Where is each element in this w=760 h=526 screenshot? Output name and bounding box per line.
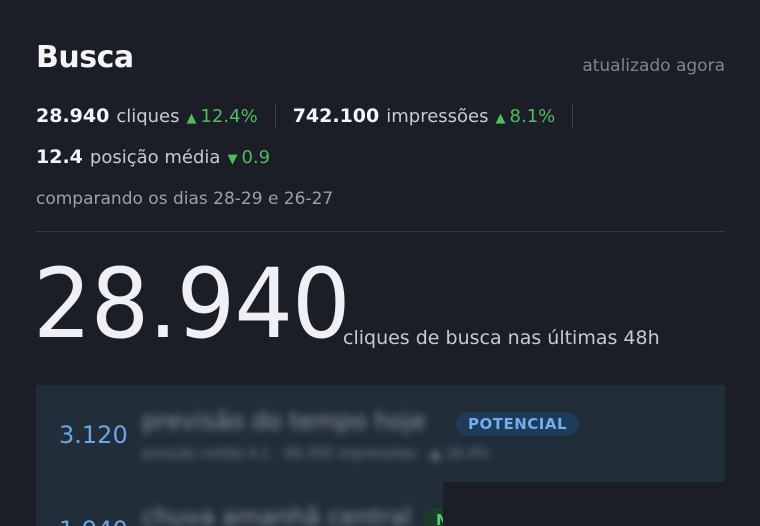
- metric-clicks: 28.940 cliques ▲ 12.4%: [36, 105, 258, 127]
- trend-down-icon: ▼: [227, 152, 238, 167]
- metric-clicks-value: 28.940: [36, 105, 110, 127]
- page-title: Busca: [36, 40, 134, 75]
- metric-divider: [572, 104, 574, 128]
- trend-up-icon: ▲: [495, 111, 506, 126]
- metric-position-label: posição média: [89, 147, 221, 168]
- hero-clicks-value: 28.940: [33, 248, 351, 360]
- metric-divider: [274, 104, 276, 128]
- status-badge: POTENCIAL: [456, 412, 580, 436]
- comparison-note: comparando os dias 28-29 e 26-27: [36, 189, 334, 209]
- metrics-summary: 28.940 cliques ▲ 12.4% 742.100 impressõe…: [36, 104, 590, 128]
- metric-clicks-delta: 12.4%: [200, 106, 258, 127]
- overlay-block: [443, 482, 760, 526]
- query-text: previsão do tempo hoje: [142, 407, 426, 435]
- query-text: chuva amanhã central: [142, 503, 412, 526]
- section-divider: [36, 231, 725, 232]
- query-clicks: 1.940: [59, 516, 128, 526]
- metric-position-value: 12.4: [36, 146, 83, 168]
- metrics-summary-secondary: 12.4 posição média ▼ 0.9: [36, 146, 270, 168]
- search-dashboard: Busca atualizado agora 28.940 cliques ▲ …: [33, 0, 725, 526]
- updated-status: atualizado agora: [582, 56, 725, 76]
- metric-impressions: 742.100 impressões ▲ 8.1%: [293, 105, 556, 127]
- metric-impressions-delta: 8.1%: [509, 106, 556, 127]
- metric-clicks-label: cliques: [116, 106, 180, 127]
- metric-impressions-value: 742.100: [292, 105, 380, 127]
- metric-position-delta: 0.9: [241, 147, 271, 168]
- metric-impressions-label: impressões: [386, 106, 489, 127]
- hero-caption: cliques de busca nas últimas 48h: [343, 327, 660, 349]
- query-meta: posição média 4.1 · 48.200 impressões · …: [142, 446, 490, 462]
- query-clicks: 3.120: [59, 421, 128, 449]
- metric-position: 12.4 posição média ▼ 0.9: [36, 146, 270, 168]
- trend-up-icon: ▲: [186, 111, 197, 126]
